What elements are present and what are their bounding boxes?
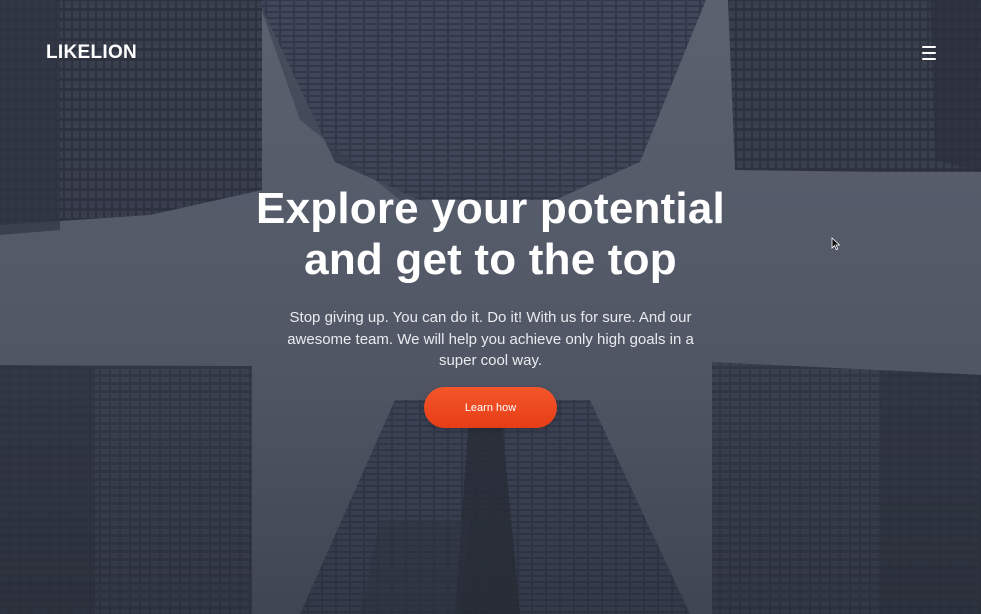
hamburger-menu-icon[interactable]	[915, 42, 943, 64]
headline-line-1: Explore your potential	[256, 184, 725, 233]
hero-subtext: Stop giving up. You can do it. Do it! Wi…	[271, 307, 711, 372]
top-navigation: LIKELION	[0, 0, 981, 106]
hero-content: Explore your potential and get to the to…	[0, 183, 981, 428]
hero-headline: Explore your potential and get to the to…	[0, 183, 981, 285]
hero-section: LIKELION Explore your potential and get …	[0, 0, 981, 614]
menu-bar-bottom	[922, 58, 936, 60]
learn-how-button[interactable]: Learn how	[424, 386, 557, 428]
menu-bar-middle	[922, 52, 936, 54]
subtext-line-1: Stop giving up. You can do it. Do it! Wi…	[289, 309, 692, 326]
subtext-line-2: awesome team. We will help you achieve o…	[287, 330, 694, 348]
brand-logo[interactable]: LIKELION	[46, 42, 137, 64]
subtext-line-3: super cool way.	[438, 352, 543, 369]
menu-bar-top	[922, 46, 936, 48]
headline-line-2: and get to the top	[304, 235, 677, 284]
mouse-pointer-icon	[831, 237, 841, 251]
